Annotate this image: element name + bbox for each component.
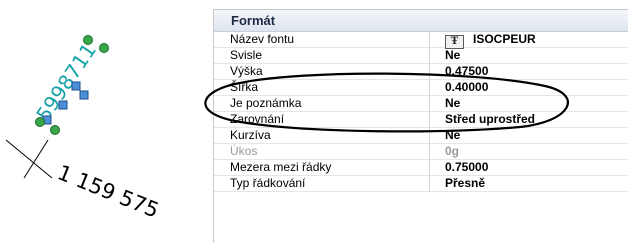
property-value[interactable]: Přesně (445, 176, 485, 191)
property-label: Výška (230, 64, 263, 78)
property-value[interactable]: 0.47500 (445, 64, 488, 79)
property-value[interactable]: Ne (445, 48, 460, 63)
property-label: Je poznámka (230, 96, 302, 110)
property-value[interactable]: Ŧ ISOCPEUR (445, 32, 536, 49)
grip-end-4[interactable] (99, 43, 109, 53)
column-divider (429, 176, 430, 192)
property-value[interactable]: 0.75000 (445, 160, 488, 175)
column-divider (429, 128, 430, 144)
drawing-canvas[interactable]: 5998711 1 159 575 (0, 0, 210, 242)
property-row-height[interactable]: Výška 0.47500 (214, 64, 628, 80)
point-marker-line-a (5, 139, 53, 179)
property-label: Úkos (230, 144, 258, 158)
column-divider (429, 48, 430, 64)
grip-square-4[interactable] (79, 90, 89, 100)
column-divider (429, 112, 430, 128)
property-row-line-spacing[interactable]: Mezera mezi řádky 0.75000 (214, 160, 628, 176)
property-value[interactable]: Ne (445, 128, 460, 143)
property-value[interactable]: Střed uprostřed (445, 112, 535, 127)
property-row-justify[interactable]: Zarovnání Střed uprostřed (214, 112, 628, 128)
font-name-value: ISOCPEUR (473, 32, 536, 46)
property-label: Šířka (230, 80, 259, 94)
grip-square-3[interactable] (71, 81, 81, 91)
property-label: Mezera mezi řádky (230, 160, 332, 174)
column-divider (429, 96, 430, 112)
column-divider (429, 160, 430, 176)
property-label: Typ řádkování (230, 176, 306, 190)
property-label: Svisle (230, 48, 263, 62)
grip-end-2[interactable] (50, 125, 60, 135)
grip-end-3[interactable] (83, 35, 93, 45)
property-row-line-spacing-type[interactable]: Typ řádkování Přesně (214, 176, 628, 192)
property-value: 0g (445, 144, 460, 158)
property-row-italic[interactable]: Kurzíva Ne (214, 128, 628, 144)
truetype-font-icon: Ŧ (445, 35, 464, 49)
property-label: Kurzíva (230, 128, 271, 142)
property-row-vertical[interactable]: Svisle Ne (214, 48, 628, 64)
property-row-oblique: Úkos 0g (214, 144, 628, 160)
grip-square-2[interactable] (58, 100, 68, 110)
property-value[interactable]: Ne (445, 96, 460, 111)
column-divider (429, 32, 430, 48)
column-divider (429, 144, 430, 160)
property-value[interactable]: 0.40000 (445, 80, 488, 95)
section-header-format[interactable]: Formát (214, 10, 628, 32)
property-row-annotative[interactable]: Je poznámka Ne (214, 96, 628, 112)
property-label: Název fontu (230, 32, 295, 46)
property-row-font-name[interactable]: Název fontu Ŧ ISOCPEUR (214, 32, 628, 49)
property-label: Zarovnání (230, 112, 285, 126)
column-divider (429, 80, 430, 96)
selected-text-5998711[interactable]: 5998711 (31, 39, 101, 126)
grip-end-1[interactable] (35, 117, 45, 127)
label-1-159-575[interactable]: 1 159 575 (54, 160, 162, 222)
properties-panel: Formát Název fontu Ŧ ISOCPEUR Svisle Ne V… (213, 9, 628, 243)
property-row-width[interactable]: Šířka 0.40000 (214, 80, 628, 96)
column-divider (429, 64, 430, 80)
